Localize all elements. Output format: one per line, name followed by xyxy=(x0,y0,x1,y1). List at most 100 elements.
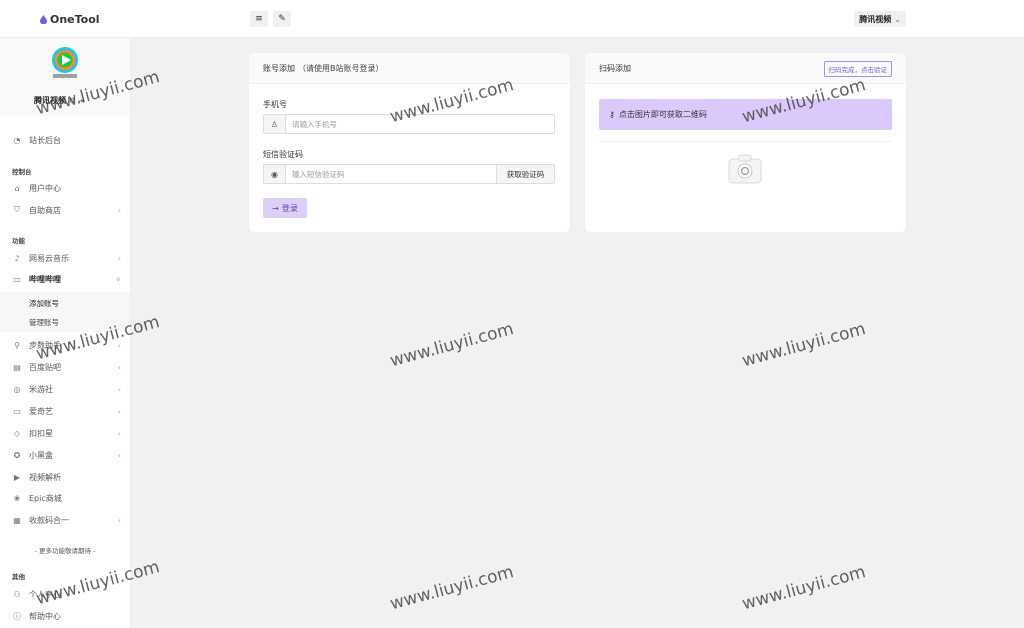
sidebar-item-label: 步数助手 xyxy=(29,340,61,350)
sidebar-item-bilibili[interactable]: ▭ 哔哩哔哩 » xyxy=(0,270,130,288)
qr-alert-text: 点击图片即可获取二维码 xyxy=(618,110,707,119)
sidebar-subitem-manage-account[interactable]: 管理账号 xyxy=(0,313,130,331)
sidebar-toggle-button[interactable]: ≡ xyxy=(250,11,268,27)
sidebar-item-admin[interactable]: ◔ 站长后台 xyxy=(0,131,130,149)
app-logo-text: OneTool xyxy=(50,13,100,26)
gauge-icon: ◔ xyxy=(13,135,21,145)
chevron-left-icon: ‹ xyxy=(117,340,121,350)
sidebar-item-baidu-tieba[interactable]: ▤ 百度贴吧 ‹ xyxy=(0,358,130,376)
phone-field: ♙ xyxy=(263,114,555,134)
sidebar-item-help[interactable]: ⓘ 帮助中心 xyxy=(0,607,130,625)
sidebar-item-label: 小黑盒 xyxy=(29,450,53,460)
qr-image[interactable] xyxy=(727,153,763,185)
shoe-icon: ⚲ xyxy=(14,340,20,350)
info-icon: ⓘ xyxy=(13,611,21,621)
user-menu-label: 腾讯视频 xyxy=(859,14,892,24)
sidebar-item-label: 帮助中心 xyxy=(29,611,61,621)
key-icon: ⚷ xyxy=(609,110,615,119)
watermark: www.liuyii.com xyxy=(388,319,516,372)
account-card-header: 账号添加 （请使用B站账号登录） xyxy=(249,53,570,84)
sidebar-item-shop[interactable]: ⛉ 自助商店 ‹ xyxy=(0,201,130,219)
sidebar-item-xiaoheihe[interactable]: ✪ 小黑盒 ‹ xyxy=(0,446,130,464)
sidebar-profile: 腾讯视频 ⚙ ⇥ xyxy=(0,38,130,116)
user-icon: ♙ xyxy=(264,115,286,133)
chevron-left-icon: ‹ xyxy=(117,205,121,215)
sidebar-item-label: 米游社 xyxy=(29,384,53,394)
qrcode-icon: ▦ xyxy=(13,515,21,525)
chevron-left-icon: ‹ xyxy=(117,428,121,438)
sidebar-item-user-center[interactable]: ⌂ 用户中心 xyxy=(0,179,130,197)
brush-icon: ✎ xyxy=(278,14,286,24)
login-button-label: 登录 xyxy=(281,203,298,213)
sidebar-item-steps[interactable]: ⚲ 步数助手 ‹ xyxy=(0,336,130,354)
sidebar-item-payment-code[interactable]: ▦ 收款码合一 ‹ xyxy=(0,511,130,529)
sidebar-item-iqiyi[interactable]: ▭ 爱奇艺 ‹ xyxy=(0,402,130,420)
more-features-note: - 更多功能敬请期待 - xyxy=(34,547,96,555)
flame-icon xyxy=(40,15,47,24)
get-code-button[interactable]: 获取验证码 xyxy=(496,165,554,183)
home-icon: ⌂ xyxy=(14,183,20,193)
sms-code-label: 短信验证码 xyxy=(263,150,303,159)
sidebar-item-label: 爱奇艺 xyxy=(29,406,53,416)
chevron-left-icon: ‹ xyxy=(117,384,121,394)
sidebar-item-label: 站长后台 xyxy=(29,135,61,145)
music-icon: ♪ xyxy=(14,253,20,263)
news-icon: ▤ xyxy=(13,362,21,372)
chevron-left-icon: ‹ xyxy=(117,406,121,416)
shield-icon: ◉ xyxy=(264,165,286,183)
menu-icon: ≡ xyxy=(255,14,263,24)
sidebar-item-label: 添加账号 xyxy=(29,298,59,308)
watermark: www.liuyii.com xyxy=(740,562,868,615)
bilibili-icon: ▭ xyxy=(13,274,21,284)
watermark: www.liuyii.com xyxy=(740,319,868,372)
settings-icon[interactable]: ⚙ xyxy=(69,97,75,105)
profile-name: 腾讯视频 xyxy=(34,96,66,105)
phone-input[interactable] xyxy=(286,115,554,133)
logout-icon[interactable]: ⇥ xyxy=(78,97,84,105)
sidebar-item-profile[interactable]: ⚇ 个人中心 xyxy=(0,585,130,603)
avatar[interactable] xyxy=(50,46,80,80)
divider xyxy=(599,141,892,142)
login-button[interactable]: → 登录 xyxy=(263,198,307,218)
sidebar-item-kouxing[interactable]: ◇ 扣扣星 ‹ xyxy=(0,424,130,442)
top-bar: OneTool ≡ ✎ 腾讯视频 ⌄ xyxy=(0,0,1024,38)
chevron-left-icon: ‹ xyxy=(117,450,121,460)
sidebar-item-netease-music[interactable]: ♪ 网易云音乐 ‹ xyxy=(0,249,130,267)
sidebar-item-label: 视频解析 xyxy=(29,472,61,482)
location-icon: ◎ xyxy=(13,384,21,394)
sidebar-item-label: 个人中心 xyxy=(29,589,61,599)
section-label-features: 功能 xyxy=(12,237,25,245)
qr-done-button[interactable]: 扫码完成，点击验证 xyxy=(823,61,892,77)
sidebar-item-label: 扣扣星 xyxy=(29,428,53,438)
sms-code-input[interactable] xyxy=(286,165,496,183)
sidebar-item-video-parse[interactable]: ▶ 视频解析 xyxy=(0,468,130,486)
palette-icon: ❀ xyxy=(13,493,21,503)
monitor-icon: ▭ xyxy=(13,406,21,416)
graduation-icon: ◇ xyxy=(13,428,21,438)
qr-done-button-label: 扫码完成，点击验证 xyxy=(828,66,888,74)
sidebar-item-label: 管理账号 xyxy=(29,317,59,327)
sidebar-item-epic[interactable]: ❀ Epic商城 xyxy=(0,489,130,507)
sidebar-item-label: 用户中心 xyxy=(29,183,61,193)
app-logo[interactable]: OneTool xyxy=(40,13,100,26)
theme-button[interactable]: ✎ xyxy=(273,11,291,27)
sidebar-item-label: Epic商城 xyxy=(29,493,62,503)
user-icon: ⚇ xyxy=(13,589,21,599)
account-card-title: 账号添加 xyxy=(263,63,295,73)
sidebar-item-label: 自助商店 xyxy=(29,205,61,215)
cart-icon: ⛉ xyxy=(14,205,20,214)
sms-code-field: ◉ 获取验证码 xyxy=(263,164,555,184)
account-add-card: 账号添加 （请使用B站账号登录） 手机号 ♙ 短信验证码 ◉ 获取验证码 → 登… xyxy=(249,53,570,232)
sidebar-subitem-add-account[interactable]: 添加账号 xyxy=(0,294,130,312)
profile-name-row: 腾讯视频 ⚙ ⇥ xyxy=(34,95,84,106)
chevron-down-icon: ⌄ xyxy=(894,14,901,24)
sidebar-item-miyoushe[interactable]: ◎ 米游社 ‹ xyxy=(0,380,130,398)
chevron-left-icon: ‹ xyxy=(117,515,121,525)
chevron-left-icon: ‹ xyxy=(117,362,121,372)
qr-add-card: 扫码添加 扫码完成，点击验证 ⚷ 点击图片即可获取二维码 xyxy=(585,53,906,232)
user-menu-button[interactable]: 腾讯视频 ⌄ xyxy=(854,11,906,27)
phone-label: 手机号 xyxy=(263,100,287,109)
video-icon: ▶ xyxy=(13,472,21,482)
sidebar-item-label: 收款码合一 xyxy=(29,515,69,525)
sidebar-item-label: 哔哩哔哩 xyxy=(29,274,61,284)
